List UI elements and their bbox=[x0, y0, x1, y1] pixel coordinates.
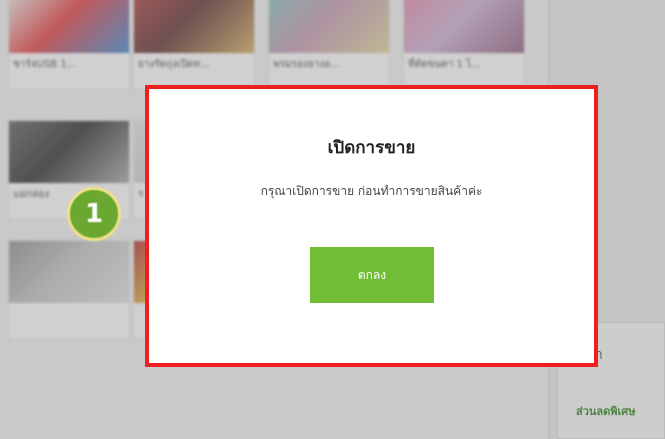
ok-button[interactable]: ตกลง bbox=[310, 247, 434, 303]
open-sales-dialog: เปิดการขาย กรุณาเปิดการขาย ก่อนทำการขายส… bbox=[145, 85, 598, 367]
step-number-badge: 1 bbox=[67, 187, 121, 241]
dialog-title: เปิดการขาย bbox=[327, 138, 416, 158]
dialog-message: กรุณาเปิดการขาย ก่อนทำการขายสินค้าค่ะ bbox=[260, 184, 483, 198]
